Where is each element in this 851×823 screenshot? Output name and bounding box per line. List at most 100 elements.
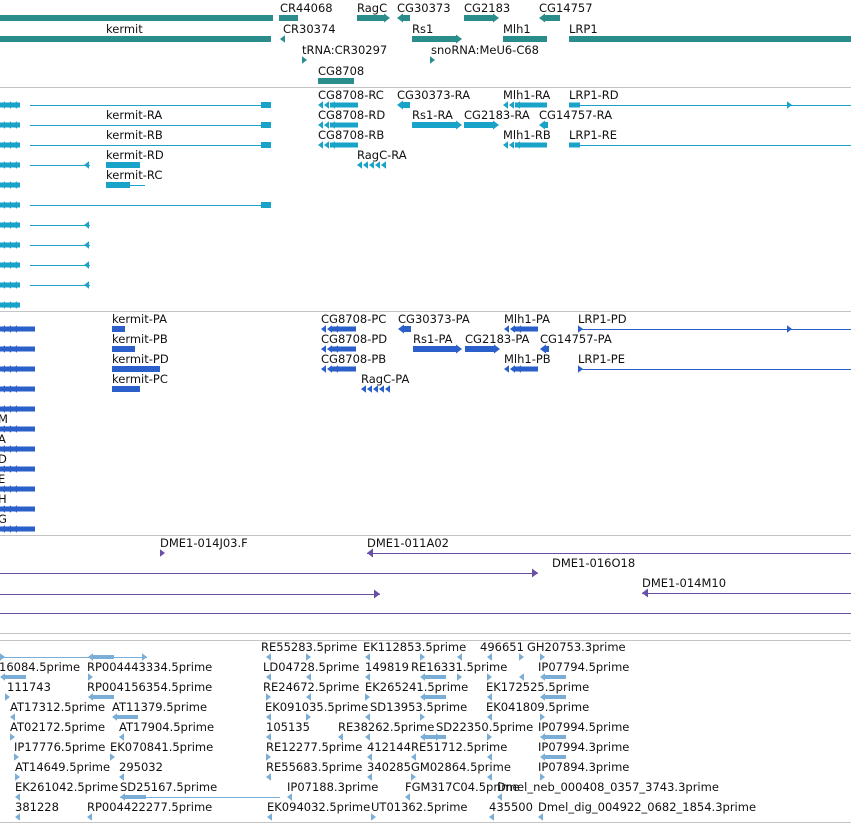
transcript-exon[interactable] <box>324 141 329 149</box>
transcript-exon[interactable] <box>0 302 20 308</box>
protein-segment-arrow[interactable] <box>540 344 546 354</box>
protein-segment[interactable] <box>504 365 509 373</box>
protein-segment[interactable] <box>112 366 160 372</box>
transcript-intron[interactable] <box>30 285 90 286</box>
protein-segment[interactable] <box>112 386 140 392</box>
protein-segment[interactable] <box>361 385 366 393</box>
transcript-exon[interactable] <box>509 101 514 109</box>
est-read[interactable] <box>545 695 566 699</box>
protein-segment[interactable] <box>0 406 35 412</box>
protein-segment[interactable] <box>330 366 356 372</box>
protein-segment[interactable] <box>510 325 515 333</box>
est-read[interactable] <box>487 673 492 681</box>
transcript-exon[interactable] <box>324 121 329 129</box>
est-read[interactable] <box>14 753 19 761</box>
transcript-intron[interactable] <box>30 125 271 126</box>
est-read[interactable] <box>142 653 147 661</box>
est-read[interactable] <box>93 695 114 699</box>
clone-line[interactable] <box>0 573 538 574</box>
protein-segment[interactable] <box>0 486 35 492</box>
clone-line[interactable] <box>0 613 851 614</box>
clone-end[interactable] <box>532 568 538 578</box>
transcript-exon[interactable] <box>330 142 358 148</box>
transcript-exon[interactable] <box>464 122 493 128</box>
transcript-exon[interactable] <box>0 262 20 268</box>
transcript-exon[interactable] <box>545 122 548 128</box>
protein-segment[interactable] <box>330 346 356 352</box>
transcript-intron[interactable] <box>569 105 851 106</box>
transcript-exon[interactable] <box>84 241 89 249</box>
transcript-intron[interactable] <box>30 145 271 146</box>
transcript-exon[interactable] <box>0 142 20 148</box>
est-read[interactable] <box>457 653 462 661</box>
est-read[interactable] <box>540 733 545 741</box>
transcript-exon[interactable] <box>84 161 89 169</box>
transcript-exon[interactable] <box>330 122 358 128</box>
clone-line[interactable] <box>0 594 380 595</box>
est-read[interactable] <box>266 653 271 661</box>
est-read[interactable] <box>365 653 370 661</box>
protein-segment[interactable] <box>321 365 326 373</box>
transcript-exon[interactable] <box>412 122 456 128</box>
est-read[interactable] <box>5 693 10 701</box>
protein-segment[interactable] <box>0 446 35 452</box>
protein-segment[interactable] <box>0 326 35 332</box>
est-read[interactable] <box>436 733 441 741</box>
protein-segment-arrow[interactable] <box>398 324 404 334</box>
transcript-intron[interactable] <box>30 225 90 226</box>
est-read[interactable] <box>540 713 545 721</box>
protein-segment[interactable] <box>330 326 356 332</box>
transcript-exon[interactable] <box>0 102 20 108</box>
transcript-exon[interactable] <box>330 102 358 108</box>
transcript-exon[interactable] <box>503 141 508 149</box>
transcript-exon[interactable] <box>403 102 410 108</box>
transcript-exon[interactable] <box>318 141 323 149</box>
est-read[interactable] <box>405 793 410 801</box>
gene-feature[interactable] <box>279 15 298 21</box>
transcript-exon[interactable] <box>0 242 20 248</box>
est-read[interactable] <box>540 753 545 761</box>
transcript-exon[interactable] <box>509 141 514 149</box>
clone-end[interactable] <box>374 589 380 599</box>
est-read[interactable] <box>411 753 416 761</box>
gene-feature[interactable] <box>0 15 273 21</box>
protein-segment[interactable] <box>515 366 538 372</box>
transcript-exon[interactable] <box>261 142 271 148</box>
est-read[interactable] <box>15 813 20 821</box>
transcript-exon[interactable] <box>375 161 380 169</box>
est-read[interactable] <box>266 753 271 761</box>
gene-feature-arrow[interactable] <box>539 13 545 23</box>
est-read[interactable] <box>266 693 271 701</box>
est-read[interactable] <box>117 715 138 719</box>
transcript-exon[interactable] <box>569 142 580 148</box>
protein-segment-arrow[interactable] <box>456 344 462 354</box>
clone-line[interactable] <box>642 593 851 594</box>
protein-segment[interactable] <box>0 426 35 432</box>
transcript-exon[interactable] <box>503 101 508 109</box>
transcript-intron[interactable] <box>569 145 851 146</box>
gene-feature[interactable] <box>357 15 384 21</box>
transcript-exon[interactable] <box>106 162 140 168</box>
transcript-intron[interactable] <box>30 205 271 206</box>
est-read[interactable] <box>119 773 124 781</box>
est-read[interactable] <box>266 733 271 741</box>
est-read[interactable] <box>545 755 566 759</box>
est-read[interactable] <box>10 733 15 741</box>
transcript-exon-arrow[interactable] <box>397 100 403 110</box>
clone-line[interactable] <box>367 553 851 554</box>
protein-segment[interactable] <box>546 346 549 352</box>
transcript-exon[interactable] <box>0 282 20 288</box>
est-read[interactable] <box>365 733 370 741</box>
est-read[interactable] <box>306 653 311 661</box>
transcript-exon[interactable] <box>324 101 329 109</box>
protein-segment[interactable] <box>0 526 35 532</box>
est-read[interactable] <box>365 713 370 721</box>
est-read[interactable] <box>306 693 311 701</box>
transcript-exon[interactable] <box>0 162 20 168</box>
transcript-exon[interactable] <box>357 161 362 169</box>
gene-feature[interactable] <box>318 78 354 84</box>
protein-segment[interactable] <box>465 346 494 352</box>
transcript-exon[interactable] <box>369 161 374 169</box>
protein-segment[interactable] <box>504 325 509 333</box>
transcript-exon[interactable] <box>787 101 792 109</box>
